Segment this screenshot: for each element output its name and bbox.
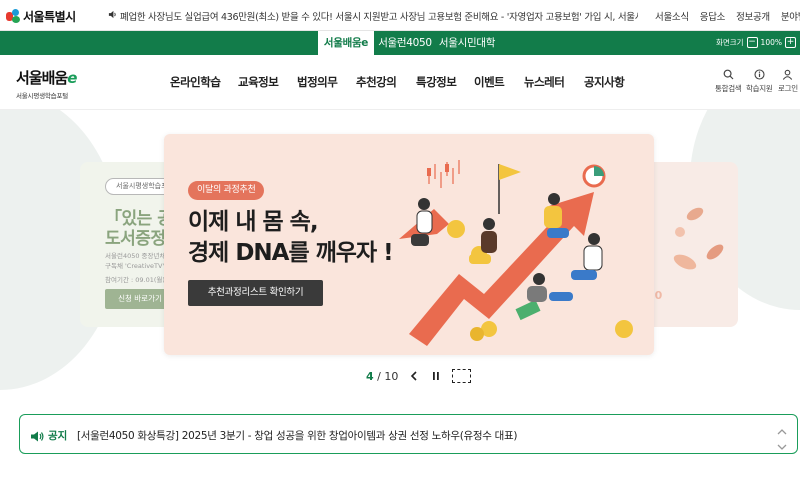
menu-events[interactable]: 이벤트 — [474, 74, 505, 90]
prev-slide-headline: 도서증정 — [105, 229, 166, 249]
brand-logo[interactable]: 서울배움e 서울시평생학습포털 — [16, 67, 77, 100]
search-icon — [723, 69, 734, 80]
economy-people-illustration — [399, 160, 633, 346]
notice-text[interactable]: [서울런4050 화상특강] 2025년 3분기 - 창업 성공을 위한 창업아… — [77, 428, 767, 443]
search-label: 통합검색 — [715, 84, 742, 93]
menu-legal-mandatory[interactable]: 법정의무 — [297, 74, 338, 90]
menu-special-lectures[interactable]: 특강정보 — [416, 74, 457, 90]
notice-down-button[interactable] — [777, 437, 787, 450]
site-switcher-bar: 서울배움e 서울런4050 서울시민대학 화면크기 − 100% + — [0, 31, 800, 55]
info-icon — [754, 69, 765, 80]
utility-bar: 서울특별시 폐업한 사장님도 실업급여 436만원(최소) 받을 수 있다! 서… — [0, 0, 800, 31]
chevron-down-icon — [777, 444, 787, 450]
util-link-open-info[interactable]: 정보공개 — [736, 9, 770, 23]
learning-support-button[interactable]: 학습지원 — [746, 69, 773, 94]
menu-newsletter[interactable]: 뉴스레터 — [524, 74, 565, 90]
notice-bar: 공지 [서울런4050 화상특강] 2025년 3분기 - 창업 성공을 위한 … — [19, 414, 798, 454]
megaphone-icon — [30, 428, 44, 447]
seoul-city-name: 서울특별시 — [23, 10, 76, 24]
view-all-button[interactable] — [452, 369, 472, 383]
tab-seoul-learn-4050[interactable]: 서울런4050 — [376, 31, 434, 55]
menu-notices[interactable]: 공지사항 — [584, 74, 625, 90]
ticker-text[interactable]: 폐업한 사장님도 실업급여 436만원(최소) 받을 수 있다! 서울시 지원받… — [120, 9, 638, 23]
carousel-pager: 4 / 10 — [366, 368, 472, 384]
pause-button[interactable] — [430, 369, 442, 383]
util-link-response[interactable]: 응답소 — [700, 9, 726, 23]
chevron-left-icon — [411, 371, 417, 381]
main-header: 서울배움e 서울시평생학습포털 온라인학습 교육정보 법정의무 추천강의 특강정… — [0, 55, 800, 110]
util-link-by-field[interactable]: 분야별정 — [781, 9, 800, 23]
leaf-illustration — [673, 207, 724, 270]
zoom-value: 100% — [760, 38, 782, 47]
login-button[interactable]: 로그인 — [778, 69, 798, 94]
brand-subtitle: 서울시평생학습포털 — [16, 92, 69, 100]
main-banner-carousel: 서울시평생학습포 「있는 공 도서증정 서울런4050 중장년채 구독채 'Cr… — [0, 110, 800, 400]
chevron-up-icon — [777, 429, 787, 435]
prev-slide-desc: 참여기간 : 09.01(월) — [105, 276, 165, 284]
speaker-icon — [108, 10, 117, 22]
tab-seoul-baeum[interactable]: 서울배움e — [318, 31, 374, 55]
slide-badge: 이달의 과정추천 — [188, 181, 265, 200]
slide-counter: 4 / 10 — [366, 369, 399, 383]
menu-recommended-lectures[interactable]: 추천강의 — [356, 74, 397, 90]
login-label: 로그인 — [778, 84, 798, 93]
util-link-news[interactable]: 서울소식 — [655, 9, 689, 23]
recommended-courses-button[interactable]: 추천과정리스트 확인하기 — [188, 280, 323, 306]
active-slide[interactable]: 이달의 과정추천 이제 내 몸 속, 경제 DNA를 깨우자 ! 추천과정리스트… — [164, 134, 654, 355]
news-ticker[interactable]: 폐업한 사장님도 실업급여 436만원(최소) 받을 수 있다! 서울시 지원받… — [108, 9, 638, 23]
menu-online-learning[interactable]: 온라인학습 — [170, 74, 221, 90]
menu-education-info[interactable]: 교육정보 — [238, 74, 279, 90]
integrated-search-button[interactable]: 통합검색 — [715, 69, 742, 94]
brand-name: 서울배움e — [16, 69, 77, 87]
user-icon — [782, 69, 793, 80]
pause-icon — [433, 372, 440, 380]
util-links: 서울소식 응답소 정보공개 분야별정 — [655, 9, 800, 23]
prev-slide-desc: 서울런4050 중장년채 — [105, 252, 166, 260]
tab-seoul-citizen-college[interactable]: 서울시민대학 — [438, 31, 496, 55]
zoom-control: 화면크기 − 100% + — [716, 37, 796, 48]
learning-support-label: 학습지원 — [746, 84, 773, 93]
slide-title: 이제 내 몸 속, 경제 DNA를 깨우자 ! — [188, 209, 394, 266]
zoom-label: 화면크기 — [715, 38, 744, 47]
prev-slide-button[interactable] — [408, 369, 420, 383]
seoul-logo-icon — [6, 9, 21, 24]
prev-slide-desc: 구독채 'CreativeTV' — [105, 262, 165, 270]
seoul-city-logo[interactable]: 서울특별시 — [6, 8, 76, 25]
notice-label: 공지 — [48, 430, 68, 442]
zoom-out-button[interactable]: − — [746, 37, 758, 48]
zoom-in-button[interactable]: + — [785, 37, 796, 48]
notice-up-button[interactable] — [777, 422, 787, 435]
